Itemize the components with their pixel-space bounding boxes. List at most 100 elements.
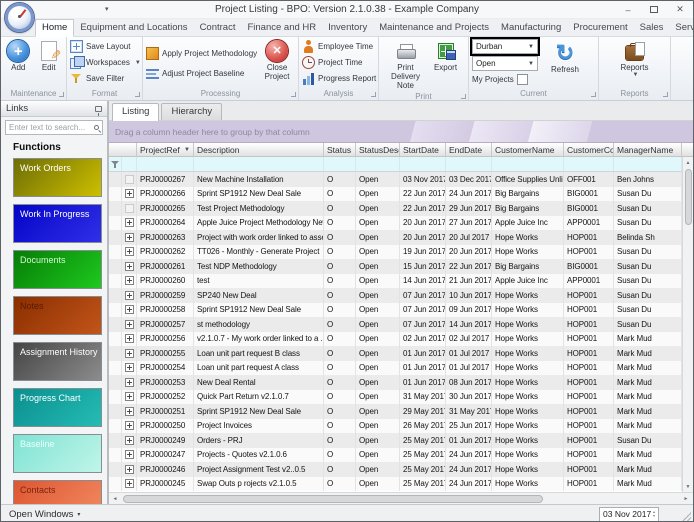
print-delivery-note-button[interactable]: Print Delivery Note [384,39,428,91]
pin-icon[interactable] [95,105,102,116]
adjust-project-baseline-button[interactable]: Adjust Project Baseline [146,66,257,81]
vertical-scroll-thumb[interactable] [684,169,692,225]
filter-cell-enddate[interactable] [446,157,492,171]
expand-plus-icon[interactable] [124,218,134,228]
expand-plus-icon[interactable] [124,261,134,271]
ribbon-tab-equipment-and-locations[interactable]: Equipment and Locations [74,20,193,36]
my-projects-checkbox[interactable] [516,74,528,85]
expand-plus-icon[interactable] [124,348,134,358]
save-filter-button[interactable]: Save Filter [70,71,141,86]
filter-cell-customername[interactable] [492,157,564,171]
column-header-startdate[interactable]: StartDate [400,143,446,156]
filter-cell[interactable] [122,157,137,171]
apply-project-methodology-button[interactable]: Apply Project Methodology [146,46,257,61]
progress-report-button[interactable]: Progress Report [302,71,376,86]
scroll-right-icon[interactable]: ► [680,496,692,502]
open-windows-button[interactable]: Open Windows ▾ [9,509,80,520]
project-time-button[interactable]: Project Time [302,55,376,70]
tab-listing[interactable]: Listing [112,103,160,121]
expand-plus-icon[interactable] [124,377,134,387]
table-row[interactable]: PRJ0000266 Sprint SP1912 New Deal Sale O Op… [109,186,693,201]
table-row[interactable]: PRJ0000258 Sprint SP1912 New Deal Sale O Op… [109,302,693,317]
expand-plus-icon[interactable] [124,276,134,286]
refresh-button[interactable]: ↻ Refresh [544,39,586,88]
function-tile-contacts[interactable]: Contacts [13,480,102,504]
table-row[interactable]: PRJ0000264 Apple Juice Project Methodolog… [109,215,693,230]
table-row[interactable]: PRJ0000251 Sprint SP1912 New Deal Sale O Op… [109,404,693,419]
table-row[interactable]: PRJ0000254 Loan unit part request A class… [109,360,693,375]
table-row[interactable]: PRJ0000250 Project Invoices O Open 26 May 20… [109,418,693,433]
column-header-statusdesc[interactable]: StatusDesc [356,143,400,156]
dialog-launcher-icon[interactable] [591,92,596,97]
expand-plus-icon[interactable] [124,406,134,416]
expand-plus-icon[interactable] [124,290,134,300]
resize-grip[interactable] [682,512,691,521]
horizontal-scroll-thumb[interactable] [123,495,543,503]
column-header-customername[interactable]: CustomerName [492,143,564,156]
scroll-left-icon[interactable]: ◄ [109,496,121,502]
expand-plus-icon[interactable] [124,319,134,329]
app-logo-icon[interactable] [5,3,34,32]
table-row[interactable]: PRJ0000245 Swap Outs p rojects v2.1.0.5 O O… [109,476,693,491]
maximize-button[interactable] [641,1,667,18]
function-tile-documents[interactable]: Documents [13,250,102,289]
function-tile-work-orders[interactable]: Work Orders [13,158,102,197]
column-header-enddate[interactable]: EndDate [446,143,492,156]
scroll-down-icon[interactable]: ▼ [683,481,694,492]
filter-cell-description[interactable] [194,157,324,171]
table-row[interactable]: PRJ0000249 Orders - PRJ O Open 25 May 2017 01… [109,433,693,448]
ribbon-tab-maintenance-and-projects[interactable]: Maintenance and Projects [373,20,495,36]
column-header-projectref[interactable]: ProjectRef ▼ [137,143,194,156]
ribbon-tab-home[interactable]: Home [35,19,75,37]
table-row[interactable]: PRJ0000262 TT026 - Monthly - Generate Pro… [109,244,693,259]
ribbon-tab-sales[interactable]: Sales [634,20,670,36]
table-row[interactable]: PRJ0000255 Loan unit part request B class… [109,346,693,361]
table-row[interactable]: PRJ0000259 SP240 New Deal O Open 07 Jun 2017… [109,288,693,303]
table-row[interactable]: PRJ0000246 Project Assignment Test v2..0.… [109,462,693,477]
expand-plus-icon[interactable] [124,450,134,460]
table-row[interactable]: PRJ0000260 test O Open 14 Jun 2017 21 Jun 201… [109,273,693,288]
dialog-launcher-icon[interactable] [663,92,668,97]
function-tile-notes[interactable]: Notes [13,296,102,335]
expand-plus-icon[interactable] [124,305,134,315]
filter-cell-projectref[interactable] [137,157,194,171]
scroll-up-icon[interactable]: ▲ [683,157,694,168]
horizontal-scrollbar[interactable]: ◄ ► [109,492,693,504]
close-project-button[interactable]: ✕ Close Project [259,39,295,88]
table-row[interactable]: PRJ0000261 Test NDP Methodology O Open 15 Ju… [109,259,693,274]
column-header-description[interactable]: Description [194,143,324,156]
dialog-launcher-icon[interactable] [371,92,376,97]
ribbon-tab-manufacturing[interactable]: Manufacturing [495,20,567,36]
ribbon-tab-service[interactable]: Service [669,20,693,36]
group-by-panel[interactable]: Drag a column header here to group by th… [109,121,693,143]
reports-button[interactable]: Reports ▼ [613,39,657,88]
dialog-launcher-icon[interactable] [135,92,140,97]
date-spinner[interactable]: ▴ ▾ [653,510,655,518]
site-combobox[interactable]: Durban ▼ [472,39,538,54]
expand-plus-icon[interactable] [124,363,134,373]
add-button[interactable]: + Add [4,39,33,88]
expand-plus-icon[interactable] [124,189,134,199]
table-row[interactable]: PRJ0000263 Project with work order linked… [109,230,693,245]
dialog-launcher-icon[interactable] [291,92,296,97]
tab-hierarchy[interactable]: Hierarchy [161,103,223,120]
expand-plus-icon[interactable] [124,334,134,344]
expand-plus-icon[interactable] [124,392,134,402]
dialog-launcher-icon[interactable] [461,93,466,99]
table-row[interactable]: PRJ0000256 v2.1.0.7 - My work order linke… [109,331,693,346]
filter-cell-startdate[interactable] [400,157,446,171]
expand-plus-icon[interactable] [124,247,134,257]
column-header-customercode[interactable]: CustomerCode [564,143,614,156]
column-header-managername[interactable]: ManagerName [614,143,682,156]
date-field[interactable]: 03 Nov 2017 ▴ ▾ [599,506,659,521]
column-header-status[interactable]: Status [324,143,356,156]
filter-cell-statusdesc[interactable] [356,157,400,171]
quick-access-dropdown-icon[interactable]: ▾ [105,5,109,13]
expand-plus-icon[interactable] [124,421,134,431]
function-tile-work-in-progress[interactable]: Work In Progress [13,204,102,243]
close-button[interactable]: ✕ [667,1,693,18]
function-tile-progress-chart[interactable]: Progress Chart [13,388,102,427]
expand-plus-icon[interactable] [124,435,134,445]
function-tile-assignment-history[interactable]: Assignment History [13,342,102,381]
ribbon-tab-inventory[interactable]: Inventory [322,20,373,36]
